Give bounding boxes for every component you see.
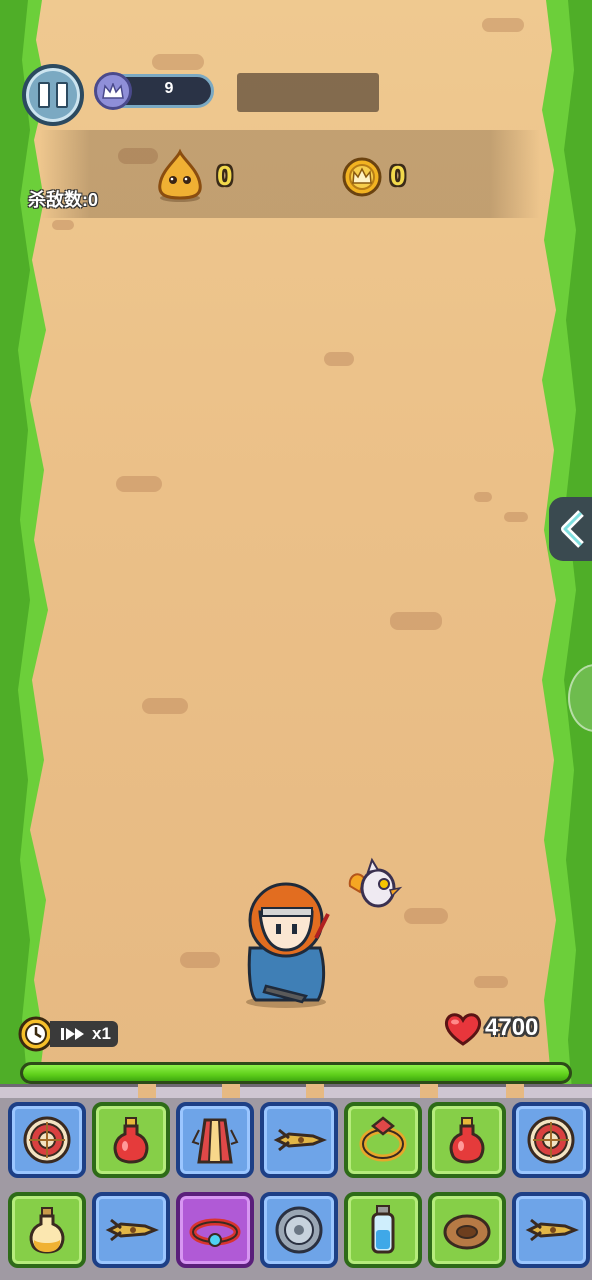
hp-bar <box>20 1062 572 1084</box>
inventory-slot[interactable] <box>92 1192 170 1268</box>
inventory-slot[interactable] <box>92 1102 170 1178</box>
dart-icon <box>525 1218 579 1242</box>
pet-companion <box>348 857 403 908</box>
resource-band <box>40 130 540 218</box>
inventory-slot[interactable] <box>344 1192 422 1268</box>
level-value: 9 <box>164 80 174 97</box>
fast-forward-icon <box>61 1028 84 1040</box>
inventory-slot[interactable] <box>8 1102 86 1178</box>
round-shield-icon <box>275 1206 323 1254</box>
wave-info-panel <box>237 73 379 112</box>
ring-icon <box>359 1116 407 1162</box>
rim-notch <box>138 1084 156 1098</box>
ground-pebble <box>324 352 354 366</box>
inventory-slot[interactable] <box>176 1192 254 1268</box>
chevron-left-icon <box>561 510 584 548</box>
ground-pebble <box>142 698 188 714</box>
inventory-rim <box>0 1084 592 1098</box>
ground-pebble <box>482 18 524 32</box>
ground-pebble <box>152 54 204 70</box>
coin-icon <box>342 157 382 197</box>
dart-icon <box>105 1218 159 1242</box>
coin-count: 0 <box>390 160 406 191</box>
rim-notch <box>420 1084 438 1098</box>
inventory-slot[interactable] <box>512 1192 590 1268</box>
kill-count-label: 杀敌数:0 <box>28 190 99 210</box>
rim-notch <box>306 1084 324 1098</box>
red-potion-icon <box>449 1117 485 1164</box>
ground-pebble <box>52 220 74 230</box>
hp-bar-fill <box>23 1065 569 1081</box>
red-potion-icon <box>113 1117 149 1164</box>
pause-button[interactable] <box>22 64 84 126</box>
ground-pebble <box>504 512 528 522</box>
slime-count: 0 <box>217 160 233 191</box>
inventory-slot[interactable] <box>8 1192 86 1268</box>
speed-label: x1 <box>92 1024 111 1043</box>
ground-pebble <box>116 476 162 492</box>
belt-ring-icon <box>189 1218 241 1247</box>
shield-icon <box>23 1116 71 1164</box>
heart-icon <box>444 1013 482 1046</box>
pause-icon <box>56 82 68 108</box>
dart-icon <box>273 1128 327 1152</box>
pause-icon <box>38 82 50 108</box>
clock-icon <box>18 1016 54 1052</box>
rim-notch <box>506 1084 524 1098</box>
slime-icon <box>158 148 202 202</box>
inventory-slot[interactable] <box>260 1102 338 1178</box>
game-stage: 9 0 0 杀敌数:0 x1 4700 <box>0 0 592 1280</box>
inventory-slot[interactable] <box>428 1192 506 1268</box>
ground-pebble <box>404 908 448 924</box>
donut-ring-icon <box>443 1214 491 1250</box>
ground-pebble <box>390 612 442 630</box>
side-panel-toggle[interactable] <box>549 497 592 561</box>
inventory-slot[interactable] <box>260 1192 338 1268</box>
inventory-slot[interactable] <box>344 1102 422 1178</box>
hero-character <box>246 882 330 1008</box>
ground-pebble <box>474 976 508 988</box>
robe-icon <box>191 1118 239 1164</box>
ground-pebble <box>180 952 220 968</box>
inventory-slot[interactable] <box>428 1102 506 1178</box>
blue-potion-icon <box>371 1205 395 1254</box>
hp-value: 4700 <box>485 1014 539 1041</box>
inventory-slot[interactable] <box>176 1102 254 1178</box>
rim-notch <box>222 1084 240 1098</box>
shield-icon <box>527 1116 575 1164</box>
crown-icon <box>94 72 132 110</box>
ground-pebble <box>474 492 492 502</box>
yellow-potion-icon <box>29 1207 65 1254</box>
inventory-slot[interactable] <box>512 1102 590 1178</box>
